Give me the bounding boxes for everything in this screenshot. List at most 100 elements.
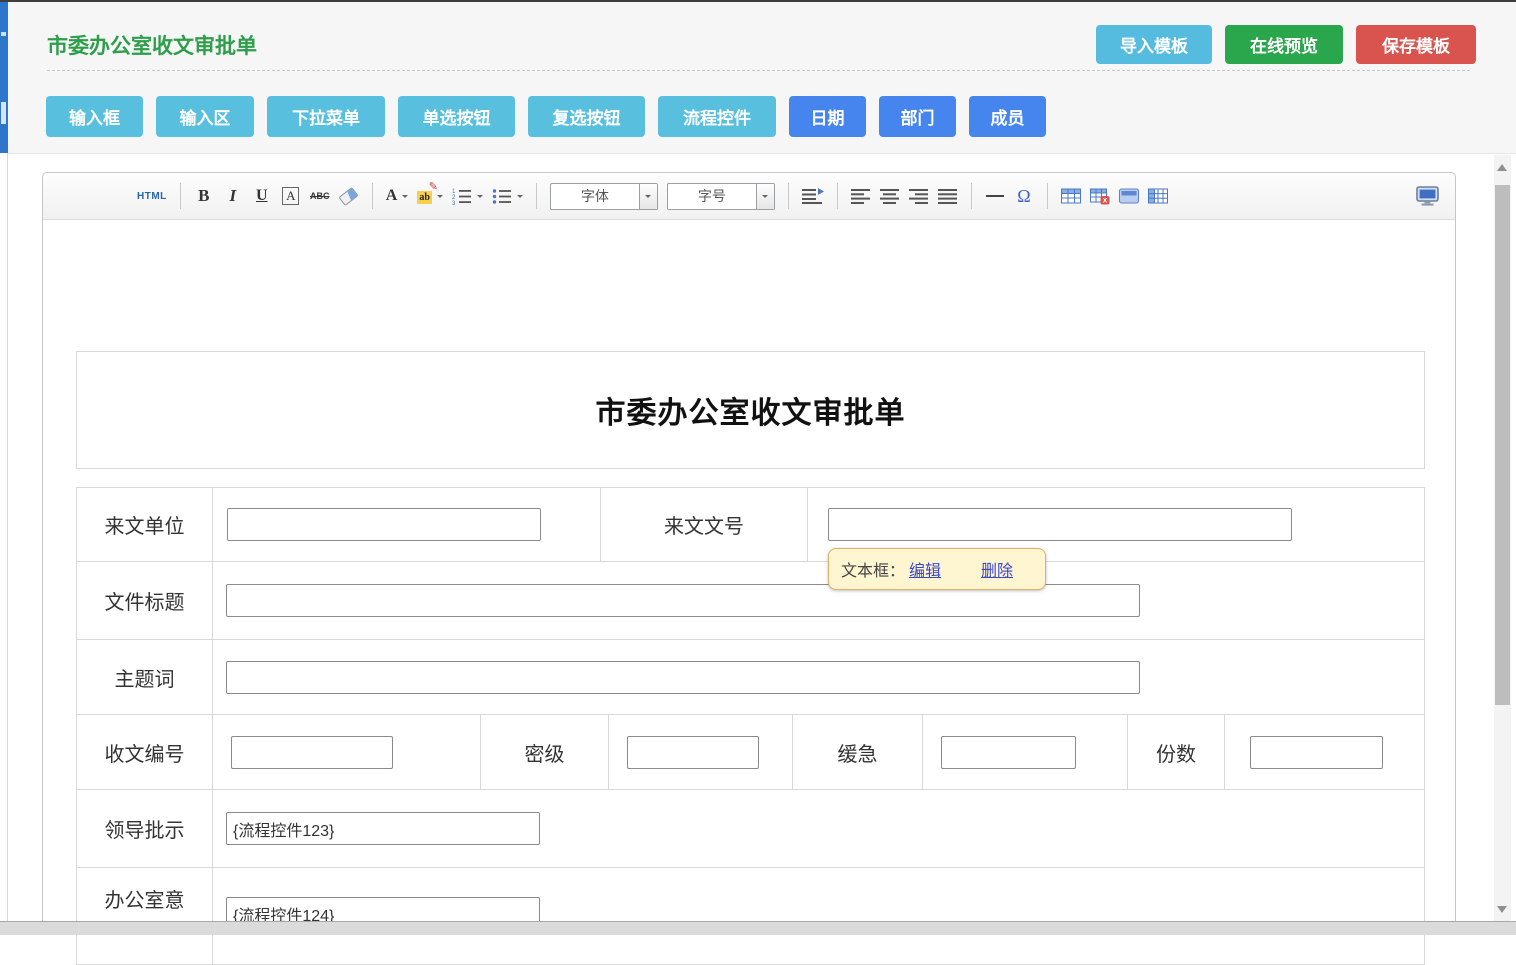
add-member-button[interactable]: 成员 [969,96,1046,137]
add-textarea-button[interactable]: 输入区 [156,96,254,137]
form-title: 市委办公室收文审批单 [596,388,906,432]
font-color-button[interactable]: A [386,183,409,209]
justify-button[interactable] [938,183,958,209]
html-source-button[interactable]: HTML [137,183,167,209]
toolbar-divider [180,183,181,209]
indent-button[interactable] [802,183,824,209]
toolbar-divider [1047,183,1048,209]
font-family-select[interactable]: 字体 [550,183,658,210]
font-size-value: 字号 [668,184,756,209]
remove-format-button[interactable] [339,183,359,209]
svg-text:x: x [1103,195,1108,204]
font-size-dropdown-button[interactable] [756,184,774,209]
table-cell [212,868,1424,964]
align-left-icon [851,189,870,204]
toolbar-divider [788,183,789,209]
add-department-button[interactable]: 部门 [879,96,956,137]
align-left-button[interactable] [851,183,871,209]
scroll-down-arrow-icon[interactable] [1497,906,1507,913]
form-canvas: 市委办公室收文审批单 来文单位 来文文号 文件标题 [43,220,1455,965]
font-color-icon: A [386,187,398,205]
pencil-icon: ✎ [429,180,438,193]
svg-text:3: 3 [452,201,456,205]
delete-table-icon: x [1090,188,1110,205]
unordered-list-button[interactable] [492,183,523,209]
add-dropdown-button[interactable]: 下拉菜单 [267,96,385,137]
input-keywords[interactable] [226,661,1140,694]
font-size-select[interactable]: 字号 [667,183,775,210]
fullscreen-button[interactable] [1416,183,1439,209]
insert-table-button[interactable] [1061,183,1081,209]
chevron-down-icon [517,195,523,201]
font-family-value: 字体 [551,184,639,209]
import-template-button[interactable]: 导入模板 [1096,25,1212,64]
page-header: 市委办公室收文审批单 导入模板 在线预览 保存模板 输入框 输入区 下拉菜单 单… [8,2,1516,154]
horizontal-scrollbar[interactable] [0,921,1516,935]
label-copies: 份数 [1127,715,1224,789]
save-template-button[interactable]: 保存模板 [1356,25,1476,64]
rich-text-editor-panel: HTML B I U A ABC A ab✎ 1 2 3 [42,172,1456,935]
chevron-down-icon [402,195,408,201]
cell-properties-button[interactable] [1148,183,1168,209]
insert-table-icon [1061,188,1081,204]
italic-button[interactable]: I [223,183,243,209]
table-row: 领导批示 [77,789,1424,867]
online-preview-button[interactable]: 在线预览 [1225,25,1343,64]
input-receipt-number[interactable] [231,736,393,769]
chevron-down-icon [437,195,443,201]
table-cell [608,715,792,789]
input-urgency[interactable] [941,736,1076,769]
input-source-number[interactable] [828,508,1292,541]
horizontal-rule-button[interactable] [985,183,1005,209]
label-receipt-number: 收文编号 [77,715,212,789]
add-date-button[interactable]: 日期 [789,96,866,137]
delete-field-link[interactable]: 删除 [981,557,1013,581]
tooltip-label: 文本框： [841,557,905,581]
align-center-button[interactable] [880,183,900,209]
add-flow-control-button[interactable]: 流程控件 [658,96,776,137]
underline-button[interactable]: U [252,183,272,209]
edit-field-link[interactable]: 编辑 [909,557,941,581]
special-char-button[interactable]: Ω [1014,183,1034,209]
bold-button[interactable]: B [194,183,214,209]
add-checkbox-button[interactable]: 复选按钮 [528,96,645,137]
chevron-down-icon [477,195,483,201]
ordered-list-button[interactable]: 1 2 3 [452,183,483,209]
label-doc-title: 文件标题 [77,562,212,639]
cell-properties-icon [1148,188,1168,204]
align-right-button[interactable] [909,183,929,209]
highlight-color-button[interactable]: ab✎ [417,183,443,209]
header-dashed-divider [47,70,1470,71]
table-properties-icon [1119,188,1139,204]
table-cell [212,640,1424,714]
label-keywords: 主题词 [77,640,212,714]
indent-icon [802,188,824,204]
editor-toolbar: HTML B I U A ABC A ab✎ 1 2 3 [43,173,1455,220]
input-secret-level[interactable] [627,736,759,769]
inline-style-icon[interactable]: A [282,187,299,205]
add-radio-button[interactable]: 单选按钮 [398,96,515,137]
input-copies[interactable] [1250,736,1383,769]
toolbar-divider [536,183,537,209]
table-row: 文件标题 [77,561,1424,639]
table-cell [1224,715,1424,789]
monitor-icon [1416,186,1439,206]
delete-table-button[interactable]: x [1090,183,1110,209]
left-edge-strip [0,2,8,153]
toolbar-divider [837,183,838,209]
scroll-up-arrow-icon[interactable] [1497,164,1507,171]
editor-content: 市委办公室收文审批单 来文单位 来文文号 文件标题 [43,220,1455,935]
ordered-list-icon: 1 2 3 [452,188,472,205]
input-source-unit[interactable] [227,508,541,541]
vertical-scrollbar[interactable] [1494,155,1511,922]
table-properties-button[interactable] [1119,183,1139,209]
scrollbar-thumb[interactable] [1495,185,1510,705]
form-title-box: 市委办公室收文审批单 [76,351,1425,469]
label-leader-remarks: 领导批示 [77,790,212,867]
align-center-icon [880,189,899,204]
add-input-button[interactable]: 输入框 [46,96,143,137]
strikethrough-button[interactable]: ABC [310,183,330,209]
left-edge-divider [7,153,8,935]
font-family-dropdown-button[interactable] [639,184,657,209]
input-leader-remarks[interactable] [226,812,540,845]
